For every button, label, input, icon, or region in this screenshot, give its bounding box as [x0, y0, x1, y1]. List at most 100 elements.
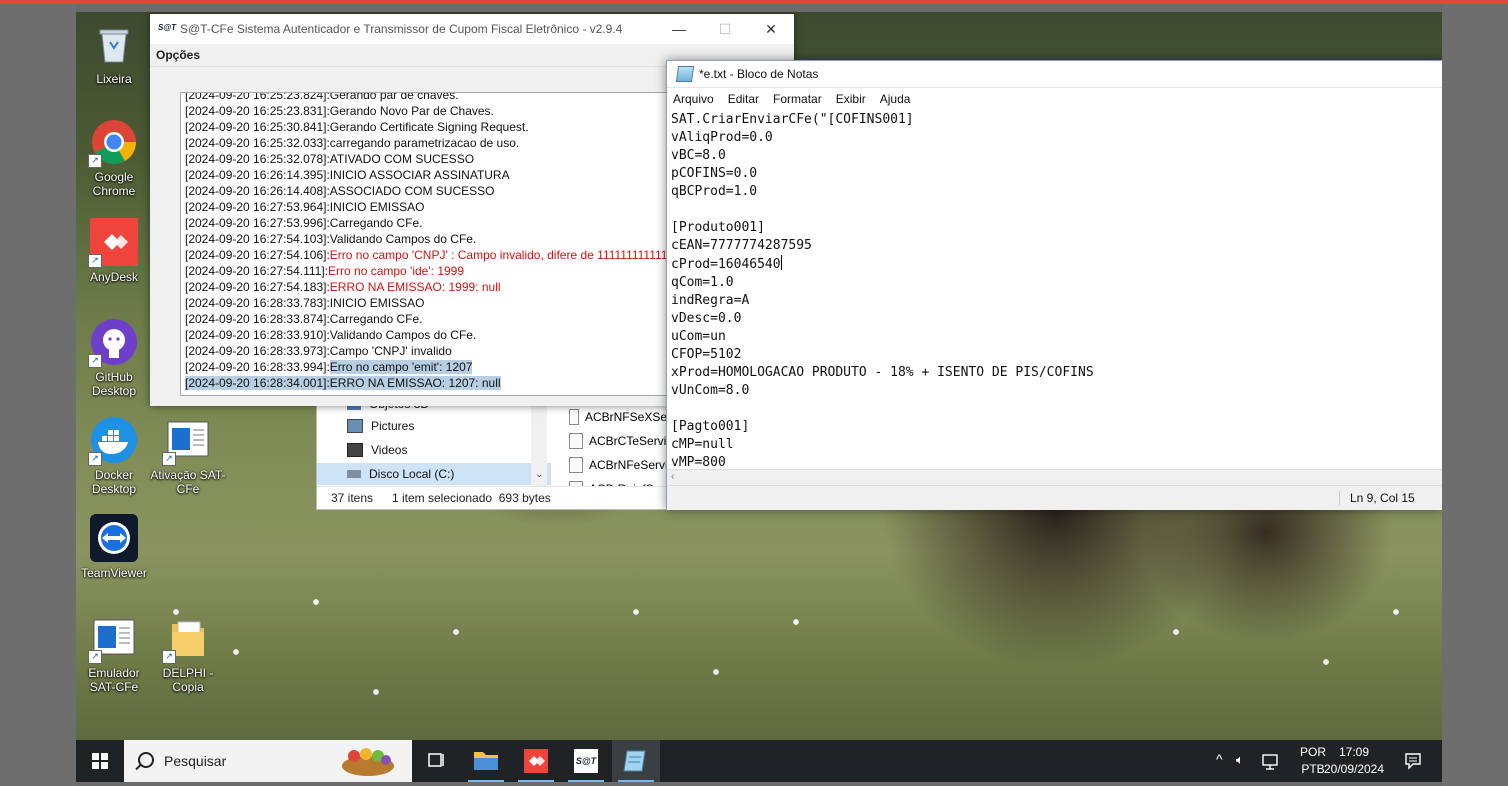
desktop-icon-label: Google Chrome: [92, 170, 136, 198]
nav-scrollbar[interactable]: ⌄: [531, 393, 547, 487]
nav-item-label: Pictures: [371, 419, 415, 433]
log-line: [2024-09-20 16:28:33.783]:INICIO EMISSAO: [185, 296, 425, 310]
shortcut-arrow-icon: ↗: [88, 254, 102, 268]
log-line: [2024-09-20 16:27:54.103]:Validando Camp…: [185, 232, 477, 246]
pictures-icon: [347, 419, 363, 433]
desktop-icon-label: GitHub Desktop: [91, 370, 137, 398]
desktop-icon-anydesk[interactable]: ↗ AnyDesk: [76, 218, 152, 284]
sat-title-bar[interactable]: S@T S@T-CFe Sistema Autenticador e Trans…: [150, 14, 794, 44]
log-line: [2024-09-20 16:28:33.874]:Carregando CFe…: [185, 312, 423, 326]
search-icon: [138, 752, 154, 768]
notepad-icon: [623, 750, 646, 772]
minimize-icon[interactable]: —: [656, 21, 702, 37]
log-line: [2024-09-20 16:25:32.078]:ATIVADO COM SU…: [185, 152, 475, 166]
show-hidden-icons[interactable]: ^: [1212, 740, 1232, 782]
speaker-icon: 🔈︎: [1236, 752, 1244, 767]
nav-item-videos[interactable]: Videos: [347, 439, 407, 461]
log-line: [2024-09-20 16:26:14.408]:ASSOCIADO COM …: [185, 184, 495, 198]
notepad-text-area[interactable]: SAT.CriarEnviarCFe("[COFINS001] vAliqPro…: [671, 111, 1431, 469]
log-line: [2024-09-20 16:27:53.996]:Carregando CFe…: [185, 216, 423, 230]
log-line-error: [2024-09-20 16:27:54.106]:Erro no campo …: [185, 248, 672, 262]
nav-item-label: Videos: [371, 443, 408, 457]
network-button[interactable]: [1260, 740, 1282, 782]
taskbar-notepad[interactable]: [612, 740, 660, 782]
chevron-left-icon[interactable]: ‹: [671, 471, 674, 482]
desktop-icon-delphi-folder[interactable]: ↗ DELPHI - Copia: [150, 614, 226, 694]
notepad-menubar: Arquivo Editar Formatar Exibir Ajuda: [667, 88, 1442, 110]
shortcut-arrow-icon: ↗: [162, 650, 176, 664]
menu-ajuda[interactable]: Ajuda: [880, 92, 911, 106]
search-highlight-basket-icon: [342, 748, 394, 776]
chevron-down-icon[interactable]: ⌄: [535, 469, 543, 480]
search-placeholder: Pesquisar: [164, 753, 227, 769]
log-line: [2024-09-20 16:25:23.824]:Gerando par de…: [185, 92, 459, 102]
sat-app-icon: ↗: [162, 416, 212, 466]
menu-arquivo[interactable]: Arquivo: [673, 92, 714, 106]
sat-logo-icon: S@T: [158, 23, 177, 32]
list-item[interactable]: ACBrNFeServic: [569, 453, 677, 477]
docker-icon: ↗: [88, 416, 138, 466]
selection-info: 1 item selecionado 693 bytes: [392, 491, 551, 505]
horizontal-scrollbar[interactable]: ‹: [667, 469, 1442, 486]
taskbar-sat-cfe[interactable]: S@T: [562, 740, 610, 782]
taskbar-file-explorer[interactable]: [462, 740, 510, 782]
log-line: [2024-09-20 16:28:33.973]:Campo 'CNPJ' i…: [185, 344, 452, 358]
taskbar-anydesk[interactable]: [512, 740, 560, 782]
menu-editar[interactable]: Editar: [728, 92, 759, 106]
desktop-icon-label: Ativação SAT-CFe: [150, 468, 226, 496]
log-textarea[interactable]: [2024-09-20 16:25:23.824]:Gerando par de…: [180, 92, 672, 396]
taskbar-clock[interactable]: 17:09 20/09/2024: [1320, 744, 1388, 778]
recycle-bin-icon: [90, 20, 138, 68]
clock-time: 17:09: [1338, 745, 1370, 759]
desktop-icon-label: AnyDesk: [89, 270, 139, 284]
close-icon[interactable]: ✕: [748, 21, 794, 38]
log-line: [2024-09-20 16:25:32.033]:carregando par…: [185, 136, 520, 150]
maximize-icon[interactable]: ☐: [702, 21, 748, 38]
desktop-icon-chrome[interactable]: ↗ Google Chrome: [76, 118, 152, 198]
cursor-position: Ln 9, Col 15: [1339, 491, 1415, 505]
drive-icon: [347, 470, 361, 478]
volume-button[interactable]: 🔈︎: [1234, 740, 1256, 782]
desktop-icon-label: DELPHI - Copia: [162, 666, 214, 694]
text-caret: [780, 255, 782, 270]
task-view-button[interactable]: [412, 740, 460, 782]
explorer-status-bar: 37 itens 1 item selecionado 693 bytes: [317, 486, 677, 509]
menu-formatar[interactable]: Formatar: [773, 92, 822, 106]
outer-frame-right: [1442, 4, 1508, 786]
log-line-selected: [2024-09-20 16:28:34.001]:ERRO NA EMISSA…: [185, 376, 501, 390]
start-button[interactable]: [76, 740, 124, 782]
notifications-button[interactable]: [1398, 740, 1428, 782]
shortcut-arrow-icon: ↗: [88, 154, 102, 168]
github-icon: ↗: [88, 318, 138, 368]
desktop-icon-github[interactable]: ↗ GitHub Desktop: [76, 318, 152, 398]
log-line: [2024-09-20 16:27:53.964]:INICIO EMISSAO: [185, 200, 425, 214]
desktop-icon-recycle-bin[interactable]: Lixeira: [76, 20, 152, 86]
taskbar: Pesquisar S@T ^ 🔈︎ POR PTB 17:09 20/09/2…: [76, 740, 1442, 782]
outer-frame-left: [0, 4, 76, 786]
desktop-icon-docker[interactable]: ↗ Docker Desktop: [76, 416, 152, 496]
file-icon: [569, 457, 583, 473]
sat-logo-icon: S@T: [574, 749, 598, 773]
desktop-icon-ativacao-sat[interactable]: ↗ Ativação SAT-CFe: [150, 416, 226, 496]
window-title: S@T-CFe Sistema Autenticador e Transmiss…: [180, 22, 623, 36]
task-view-icon: [428, 753, 444, 767]
log-line: [2024-09-20 16:25:30.841]:Gerando Certif…: [185, 120, 529, 134]
menu-exibir[interactable]: Exibir: [836, 92, 866, 106]
notepad-title-bar[interactable]: *e.txt - Bloco de Notas: [667, 61, 1442, 88]
teamviewer-icon: [90, 514, 138, 562]
notepad-status-bar: Ln 9, Col 15: [667, 485, 1442, 510]
nav-item-local-disk[interactable]: Disco Local (C:): [317, 463, 551, 485]
videos-icon: [347, 443, 363, 457]
notepad-window: *e.txt - Bloco de Notas Arquivo Editar F…: [666, 60, 1442, 510]
shortcut-arrow-icon: ↗: [88, 650, 102, 664]
shortcut-arrow-icon: ↗: [88, 452, 102, 466]
file-icon: [569, 433, 583, 449]
desktop-icon-emulador-sat[interactable]: ↗ Emulador SAT-CFe: [76, 614, 152, 694]
nav-item-pictures[interactable]: Pictures: [347, 415, 414, 437]
anydesk-icon: ↗: [88, 218, 138, 268]
taskbar-search[interactable]: Pesquisar: [124, 740, 412, 782]
list-item[interactable]: ACBrNFSeXServ: [569, 405, 677, 429]
desktop-icon-teamviewer[interactable]: TeamViewer: [76, 514, 152, 580]
list-item[interactable]: ACBrCTeServic: [569, 429, 677, 453]
clock-date: 20/09/2024: [1323, 762, 1385, 776]
